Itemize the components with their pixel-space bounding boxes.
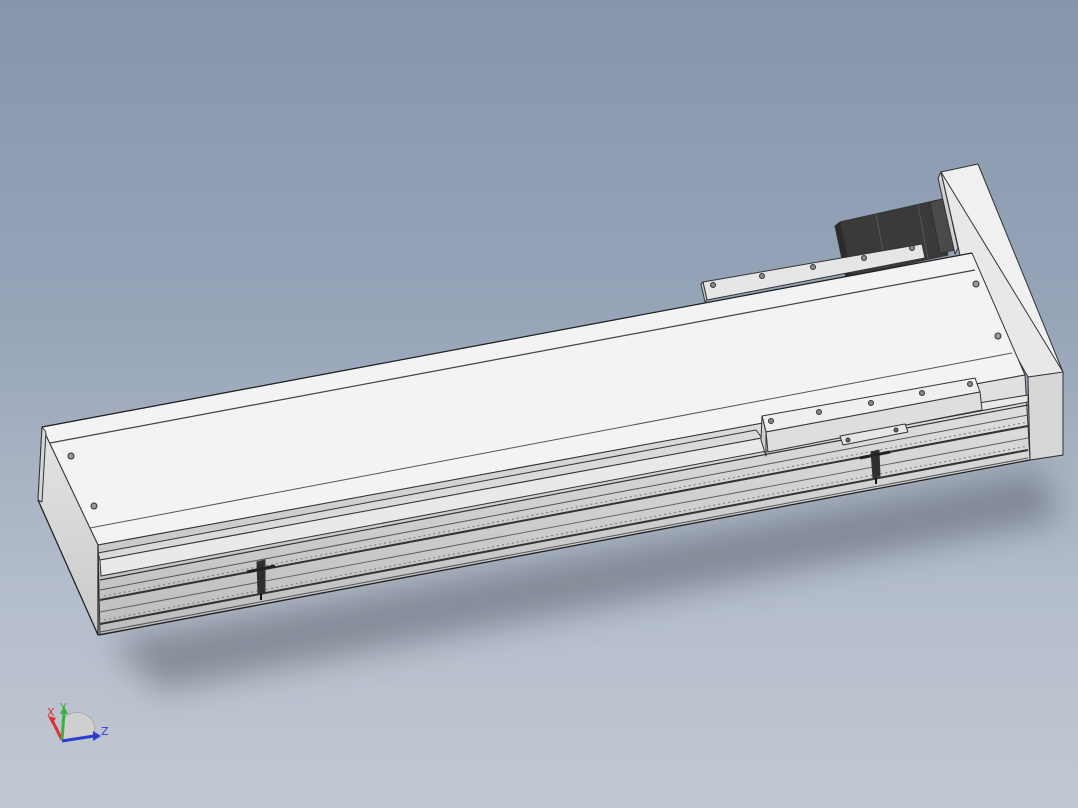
graphics-viewport[interactable]: X Y Z <box>0 0 1078 808</box>
model-canvas[interactable]: X Y Z <box>0 0 1078 808</box>
view-orientation-triad[interactable]: X Y Z <box>47 701 109 743</box>
triad-x-label: X <box>47 706 55 719</box>
triad-z-label: Z <box>101 725 109 738</box>
z-axis-arrowhead-icon <box>93 731 101 741</box>
triad-y-label: Y <box>59 701 67 714</box>
x-axis-arrow-icon <box>50 719 64 741</box>
y-axis-arrow-icon <box>60 712 66 741</box>
